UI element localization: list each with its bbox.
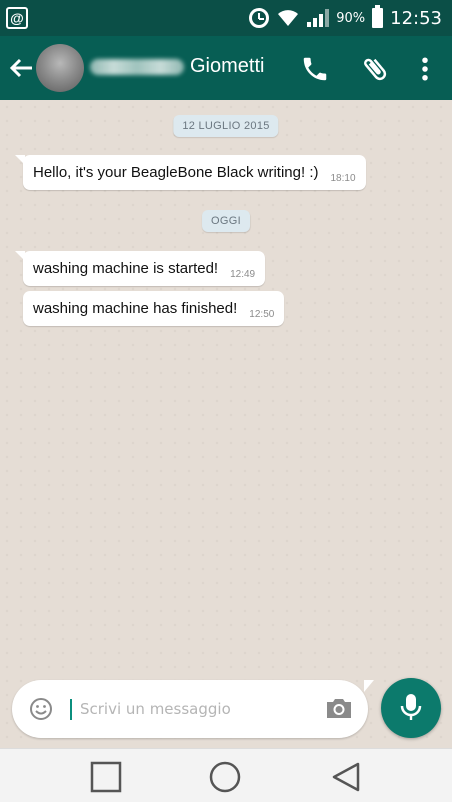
message-text: washing machine has finished!: [33, 300, 238, 317]
mic-button[interactable]: [381, 678, 441, 738]
clock-time: 12:53: [390, 7, 442, 29]
mic-icon: [400, 694, 422, 720]
status-icons: 90% 12:53: [249, 0, 442, 36]
more-vert-icon[interactable]: [410, 54, 440, 84]
contact-name[interactable]: Giometti: [90, 55, 264, 78]
blurred-first-name: [90, 58, 184, 75]
message-bubble[interactable]: washing machine has finished! 12:50: [23, 291, 285, 326]
battery-percent: 90%: [336, 10, 366, 26]
back-triangle-icon[interactable]: [330, 761, 362, 793]
message-composer[interactable]: Scrivi un messaggio: [12, 680, 374, 738]
date-chip: OGGI: [202, 210, 250, 232]
date-chip: 12 LUGLIO 2015: [173, 115, 279, 137]
chat-header: Giometti: [0, 36, 452, 100]
paperclip-icon[interactable]: [360, 54, 390, 84]
alarm-icon: [249, 8, 270, 28]
battery-icon: [372, 5, 384, 28]
status-bar: @ 90% 12:53: [0, 0, 452, 36]
recents-square-icon[interactable]: [90, 761, 122, 793]
phone-icon[interactable]: [300, 54, 330, 84]
emoji-icon[interactable]: [29, 697, 53, 721]
message-bubble[interactable]: washing machine is started! 12:49: [14, 251, 266, 286]
conversation-area[interactable]: 12 LUGLIO 2015 Hello, it's your BeagleBo…: [0, 100, 452, 748]
avatar[interactable]: [36, 44, 84, 92]
signal-icon: [307, 9, 330, 27]
system-nav-bar: [0, 748, 452, 802]
message-time: 12:49: [230, 269, 256, 280]
message-text: Hello, it's your BeagleBone Black writin…: [33, 164, 319, 181]
home-circle-icon[interactable]: [209, 761, 241, 793]
message-bubble[interactable]: Hello, it's your BeagleBone Black writin…: [15, 155, 366, 190]
message-time: 18:10: [330, 173, 356, 184]
whatsapp-chat-screen: @ 90% 12:53 Giometti 12 LUGLIO 2015 Hell…: [0, 0, 452, 802]
contact-last-name: Giometti: [190, 55, 265, 77]
message-text: washing machine is started!: [33, 260, 219, 277]
text-cursor: [70, 699, 72, 720]
camera-icon[interactable]: [325, 696, 353, 720]
wifi-icon: [278, 10, 299, 26]
message-time: 12:50: [249, 309, 275, 320]
at-notification-icon: @: [6, 7, 28, 29]
message-input[interactable]: Scrivi un messaggio: [80, 700, 231, 718]
back-arrow-icon[interactable]: [8, 56, 34, 80]
